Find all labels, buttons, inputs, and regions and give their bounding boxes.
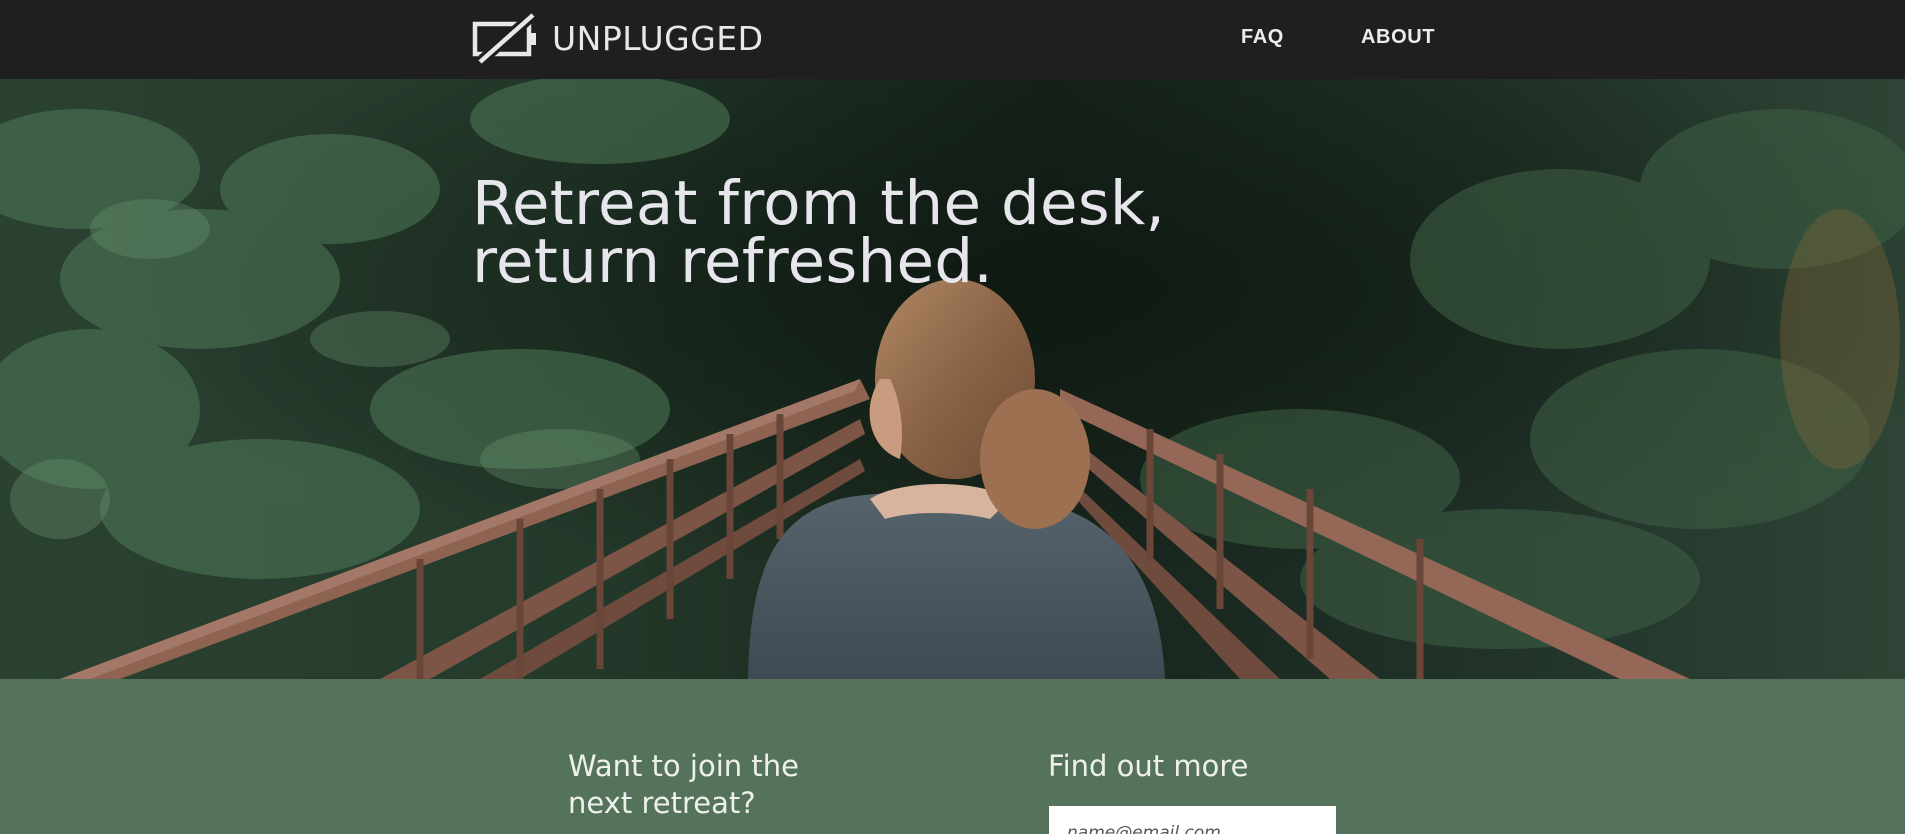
battery-slash-icon bbox=[472, 12, 536, 64]
brand-name: UNPLUGGED bbox=[552, 18, 764, 58]
join-heading-line2: next retreat? bbox=[568, 786, 756, 820]
hero-title: Retreat from the desk, return refreshed. bbox=[472, 168, 1232, 297]
nav-link-faq[interactable]: FAQ bbox=[1241, 26, 1284, 49]
hero-section: Retreat from the desk, return refreshed. bbox=[0, 79, 1905, 679]
email-field[interactable] bbox=[1049, 806, 1336, 834]
hero-title-line2: return refreshed. bbox=[472, 226, 994, 297]
hero-title-line1: Retreat from the desk, bbox=[472, 168, 1166, 239]
join-heading-line1: Want to join the bbox=[568, 749, 799, 783]
nav-link-about[interactable]: ABOUT bbox=[1361, 26, 1435, 49]
brand-logo[interactable]: UNPLUGGED bbox=[472, 12, 764, 64]
signup-section: Want to join the next retreat? Find out … bbox=[0, 679, 1905, 834]
find-out-more-heading: Find out more bbox=[1048, 749, 1249, 783]
join-heading: Want to join the next retreat? bbox=[568, 748, 888, 822]
site-header: UNPLUGGED FAQ ABOUT bbox=[0, 0, 1905, 79]
